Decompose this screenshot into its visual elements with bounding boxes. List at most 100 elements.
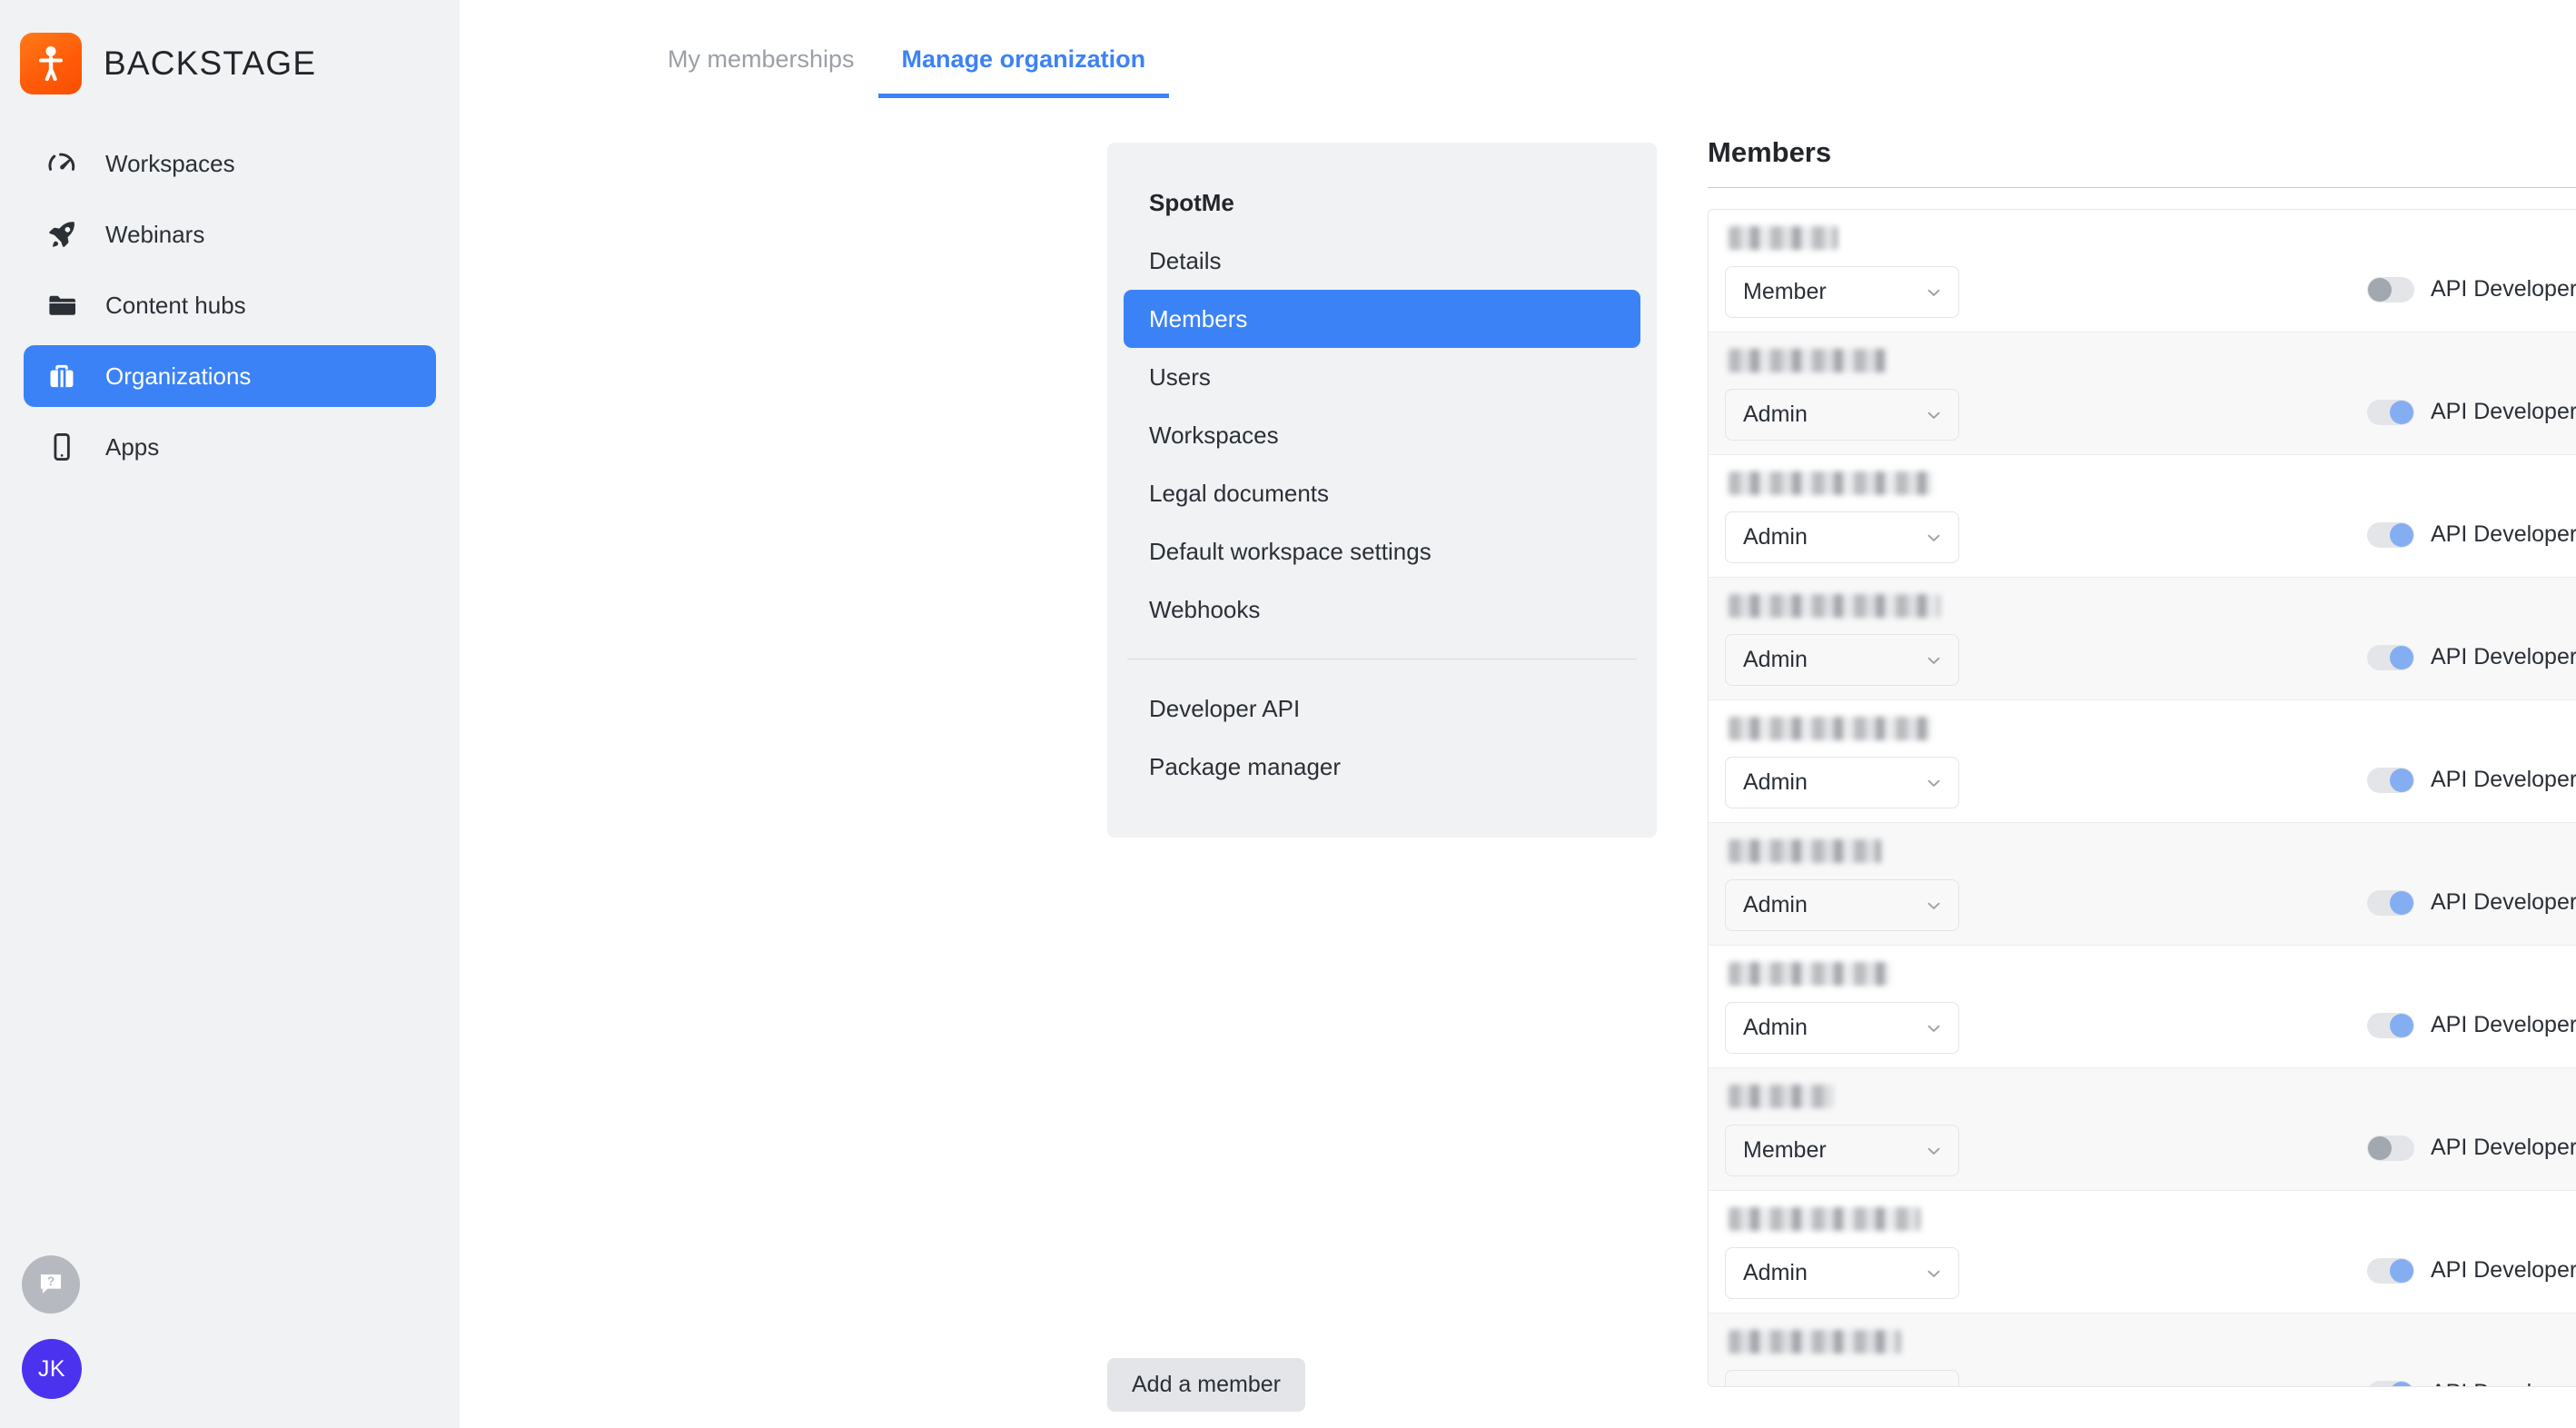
sidebar-item-organizations[interactable]: Organizations — [24, 345, 436, 407]
api-developer-toggle[interactable] — [2367, 1135, 2414, 1161]
api-developer-label: API Developer — [2431, 889, 2576, 915]
subnav-item-members[interactable]: Members — [1124, 290, 1640, 348]
member-name-redacted — [1729, 1207, 1920, 1231]
folder-icon — [44, 287, 80, 323]
chevron-down-icon — [1924, 1264, 1944, 1284]
api-developer-toggle[interactable] — [2367, 276, 2414, 302]
api-developer-toggle[interactable] — [2367, 1012, 2414, 1038]
role-select[interactable]: Admin — [1725, 634, 1959, 686]
api-developer-toggle[interactable] — [2367, 399, 2414, 425]
add-member-button[interactable]: Add a member — [1107, 1358, 1305, 1412]
api-developer-label: API Developer — [2431, 644, 2576, 669]
avatar[interactable]: JK — [22, 1339, 82, 1399]
table-row: Admin API Developer — [1709, 578, 2576, 700]
role-select-value: Admin — [1743, 769, 1808, 795]
role-select[interactable]: Admin — [1725, 389, 1959, 441]
members-list[interactable]: Member API Developer Admin API Developer… — [1708, 209, 2576, 1387]
role-select-value: Admin — [1743, 1383, 1924, 1386]
person-logo-icon — [20, 33, 82, 94]
api-developer-toggle[interactable] — [2367, 889, 2414, 916]
role-select[interactable]: Admin — [1725, 879, 1959, 931]
member-name — [1729, 349, 1886, 372]
table-row: Admin API Developer — [1709, 946, 2576, 1068]
sidebar-item-label: Apps — [105, 432, 160, 461]
chevron-down-icon — [1924, 1386, 1944, 1387]
role-select[interactable]: Admin — [1725, 1002, 1959, 1054]
org-tabs: My memberships Manage organization — [644, 45, 1170, 98]
api-developer-toggle[interactable] — [2367, 521, 2414, 548]
rocket-icon — [44, 216, 80, 253]
toggle-knob — [2390, 890, 2413, 915]
subnav-item-default-workspace-settings[interactable]: Default workspace settings — [1124, 522, 1640, 580]
tab-manage-organization[interactable]: Manage organization — [877, 45, 1170, 98]
api-developer-label: API Developer — [2431, 1135, 2576, 1160]
toggle-knob — [2390, 1258, 2413, 1283]
role-select[interactable]: Member — [1725, 1125, 1959, 1176]
api-developer-toggle[interactable] — [2367, 1257, 2414, 1284]
sidebar-item-webinars[interactable]: Webinars — [24, 203, 436, 265]
primary-sidebar: BACKSTAGE Workspaces Webinars Content hu… — [0, 0, 460, 1428]
api-developer-label: API Developer — [2431, 767, 2576, 792]
sidebar-item-label: Webinars — [105, 220, 205, 248]
svg-text:?: ? — [47, 1274, 54, 1288]
api-developer-control: API Developer — [2367, 767, 2576, 793]
phone-icon — [44, 429, 80, 465]
role-select-value: Admin — [1743, 402, 1808, 427]
help-bubble-icon[interactable]: ? — [22, 1255, 80, 1314]
api-developer-control: API Developer — [2367, 644, 2576, 670]
role-select[interactable]: Admin — [1725, 1247, 1959, 1299]
api-developer-toggle[interactable] — [2367, 1380, 2414, 1386]
sidebar-item-content-hubs[interactable]: Content hubs — [24, 274, 436, 336]
chevron-down-icon — [1924, 650, 1944, 670]
subnav-item-workspaces[interactable]: Workspaces — [1124, 406, 1640, 464]
api-developer-control: API Developer — [2367, 276, 2576, 302]
chevron-down-icon — [1924, 773, 1944, 793]
members-panel: Members Member API Developer Admin API D… — [1708, 136, 2576, 1387]
role-select[interactable]: Admin — [1725, 1370, 1959, 1387]
sidebar-item-workspaces[interactable]: Workspaces — [24, 133, 436, 194]
role-select[interactable]: Member — [1725, 266, 1959, 318]
chevron-down-icon — [1924, 283, 1944, 302]
main-content: My memberships Manage organization SpotM… — [460, 0, 2576, 1428]
toggle-knob — [2368, 1135, 2392, 1160]
sidebar-nav: Workspaces Webinars Content hubs Organiz… — [0, 133, 460, 478]
briefcase-icon — [44, 358, 80, 394]
subnav-item-webhooks[interactable]: Webhooks — [1124, 580, 1640, 639]
table-row: Admin API Developer — [1709, 1314, 2576, 1387]
sidebar-item-apps[interactable]: Apps — [24, 416, 436, 478]
api-developer-control: API Developer — [2367, 399, 2576, 425]
member-name-redacted — [1729, 594, 1940, 618]
member-name-redacted — [1729, 1085, 1834, 1108]
member-name-redacted — [1729, 226, 1838, 250]
tab-my-memberships[interactable]: My memberships — [644, 45, 878, 98]
subnav-item-users[interactable]: Users — [1124, 348, 1640, 406]
api-developer-toggle[interactable] — [2367, 644, 2414, 670]
chevron-down-icon — [1924, 405, 1944, 425]
sidebar-item-label: Workspaces — [105, 149, 235, 177]
role-select[interactable]: Admin — [1725, 757, 1959, 808]
toggle-knob — [2390, 522, 2413, 547]
subnav-item-details[interactable]: Details — [1124, 232, 1640, 290]
member-name — [1729, 1330, 1901, 1354]
subnav-item-legal-documents[interactable]: Legal documents — [1124, 464, 1640, 522]
role-select-value: Member — [1743, 279, 1827, 304]
api-developer-label: API Developer — [2431, 1380, 2576, 1386]
table-row: Admin API Developer — [1709, 823, 2576, 946]
api-developer-control: API Developer — [2367, 1135, 2576, 1161]
role-select[interactable]: Admin — [1725, 511, 1959, 563]
title-divider — [1708, 187, 2576, 188]
member-name — [1729, 471, 1933, 495]
api-developer-control: API Developer — [2367, 521, 2576, 548]
api-developer-label: API Developer — [2431, 399, 2576, 424]
subnav-item-developer-api[interactable]: Developer API — [1124, 679, 1640, 738]
table-row: Admin API Developer — [1709, 332, 2576, 455]
subnav-org-name: SpotMe — [1149, 189, 1234, 216]
member-name-redacted — [1729, 717, 1931, 740]
role-select-value: Admin — [1743, 524, 1808, 550]
role-select-value: Admin — [1743, 892, 1808, 917]
api-developer-toggle[interactable] — [2367, 767, 2414, 793]
member-name — [1729, 594, 1940, 618]
api-developer-control: API Developer — [2367, 1257, 2576, 1284]
subnav-item-package-manager[interactable]: Package manager — [1124, 738, 1640, 796]
member-name-redacted — [1729, 962, 1890, 986]
